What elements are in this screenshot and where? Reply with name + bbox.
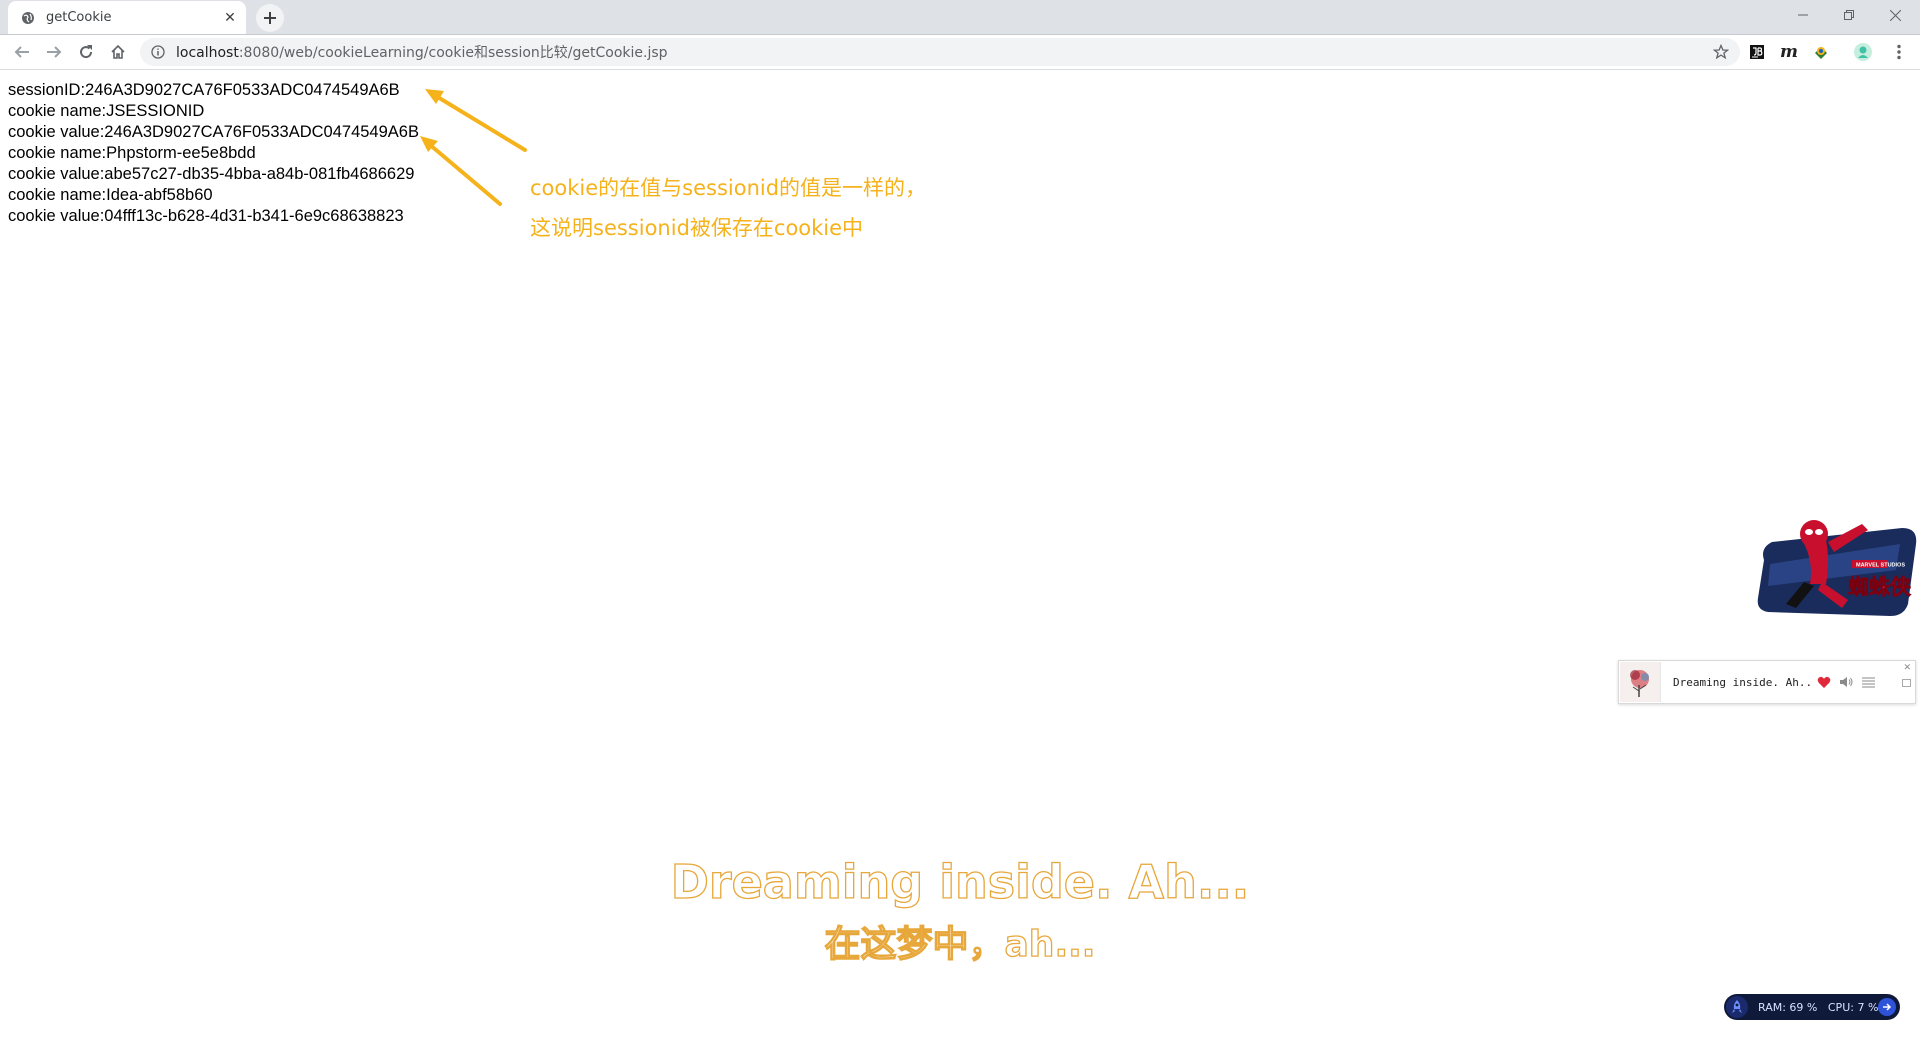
annotation-line-2: 这说明sessionid被保存在cookie中 (530, 216, 864, 240)
spiderman-title: 蜘蛛侠 (1848, 575, 1912, 599)
arrow-to-session-id (425, 89, 527, 152)
spiderman-widget[interactable]: MARVEL STUDIOS 蜘蛛侠 (1752, 500, 1920, 628)
marvel-studios-text: MARVEL STUDIOS (1856, 563, 1905, 569)
playlist-icon[interactable] (1857, 671, 1879, 693)
close-window-button[interactable] (1872, 0, 1918, 30)
m-extension-icon[interactable]: m (1778, 41, 1800, 63)
heart-icon[interactable] (1813, 671, 1835, 693)
annotation-line-1: cookie的在值与sessionid的值是一样的， (530, 176, 927, 200)
restore-icon (1844, 10, 1854, 20)
rocket-icon[interactable] (1726, 996, 1748, 1018)
ram-usage: RAM: 69 % (1758, 1000, 1818, 1014)
spiderman-logo: MARVEL STUDIOS 蜘蛛侠 (1757, 520, 1917, 616)
system-monitor-widget[interactable]: RAM: 69 % CPU: 7 % (1724, 994, 1900, 1020)
profile-icon[interactable] (1852, 41, 1874, 63)
cpu-usage: CPU: 7 % (1827, 1000, 1879, 1014)
lyric-line-chinese: 在这梦中，ah... (824, 923, 1096, 965)
annotation-arrows (420, 89, 527, 206)
music-player[interactable]: Dreaming inside. Ah... ✕ (1618, 660, 1916, 704)
player-close-icon[interactable]: ✕ (1903, 663, 1911, 673)
album-cover[interactable] (1620, 662, 1661, 702)
lyric-line-english: Dreaming inside. Ah... (670, 854, 1250, 909)
monitor-stats: RAM: 69 % CPU: 7 % (1758, 1001, 1878, 1014)
song-title: Dreaming inside. Ah... (1673, 675, 1813, 689)
player-minimize-icon[interactable] (1902, 679, 1911, 687)
restore-button[interactable] (1826, 0, 1872, 30)
extension-icon[interactable] (1810, 41, 1832, 63)
arrow-right-icon[interactable] (1878, 998, 1896, 1016)
minimize-button[interactable] (1780, 0, 1826, 30)
volume-icon[interactable] (1835, 671, 1857, 693)
jb-extension-icon[interactable] (1746, 41, 1768, 63)
close-window-icon (1889, 9, 1901, 21)
annotation-note: cookie的在值与sessionid的值是一样的， 这说明sessionid被… (530, 168, 926, 248)
menu-icon[interactable] (1888, 41, 1910, 63)
arrow-to-cookie-value (420, 136, 502, 206)
star-icon[interactable] (1712, 43, 1730, 61)
minimize-icon (1798, 14, 1808, 16)
